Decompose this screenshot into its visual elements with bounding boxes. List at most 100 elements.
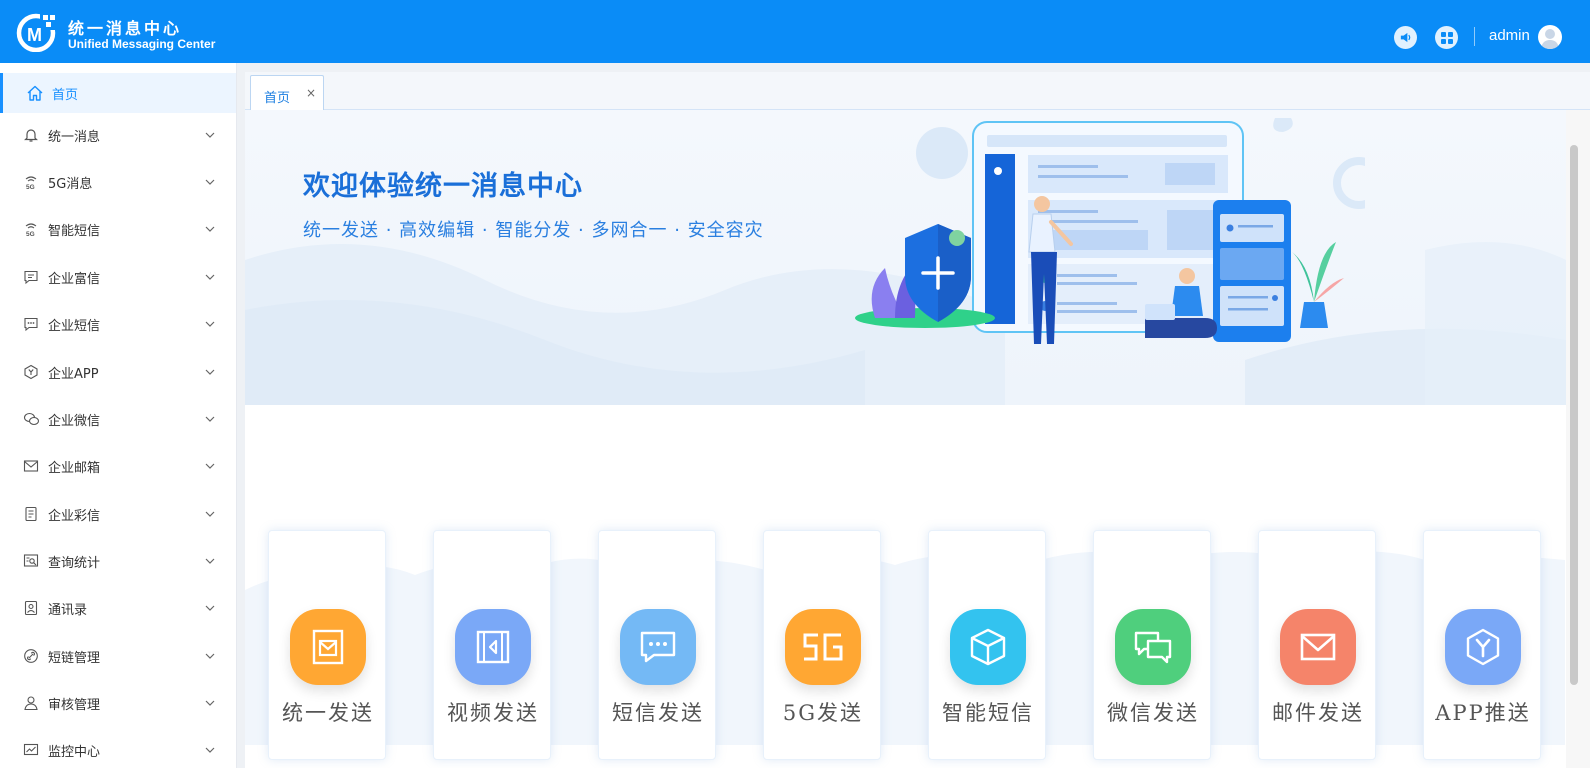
sidebar-item-smart-sms[interactable]: 5G 智能短信: [0, 209, 236, 249]
link-icon: [22, 647, 40, 665]
banner-title: 欢迎体验统一消息中心: [303, 171, 583, 202]
chevron-down-icon: [205, 605, 215, 611]
sidebar-item-contacts[interactable]: 通讯录: [0, 588, 236, 628]
sidebar-item-label: 企业富信: [48, 271, 101, 287]
chevron-down-icon: [205, 369, 215, 375]
sidebar-item-enterprise-sms[interactable]: 企业短信: [0, 304, 236, 344]
5g-text-icon: [785, 609, 861, 685]
tile-app-push[interactable]: APP推送: [1423, 530, 1541, 760]
home-icon: [26, 84, 44, 102]
svg-text:M: M: [27, 25, 42, 45]
tile-label: 视频发送: [447, 701, 539, 725]
sidebar-item-enterprise-app[interactable]: 企业APP: [0, 352, 236, 392]
welcome-banner: 欢迎体验统一消息中心 统一发送 · 高效编辑 · 智能分发 · 多网合一 · 安…: [245, 110, 1566, 405]
document-icon: [22, 505, 40, 523]
sidebar-item-label: 审核管理: [48, 697, 101, 713]
banner-illustration: [855, 118, 1365, 344]
chevron-down-icon: [205, 747, 215, 753]
envelope-card-icon: [290, 609, 366, 685]
sidebar-item-label: 企业APP: [48, 366, 99, 382]
tile-unified-send[interactable]: 统一发送: [268, 530, 386, 760]
sidebar-item-label: 监控中心: [48, 744, 101, 760]
header-divider: [1474, 27, 1475, 46]
chevron-down-icon: [205, 700, 215, 706]
sidebar-item-enterprise-mail[interactable]: 企业邮箱: [0, 446, 236, 486]
monitor-chart-icon: [22, 741, 40, 759]
top-header: M 统一消息中心 Unified Messaging Center admin: [0, 0, 1590, 63]
mail-icon: [1280, 609, 1356, 685]
tabs-bar: 首页 ×: [245, 72, 1590, 110]
sidebar-item-label: 5G消息: [48, 176, 93, 192]
tile-label: 智能短信: [942, 701, 1034, 725]
chat-bubble-icon: [620, 609, 696, 685]
chevron-down-icon: [205, 179, 215, 185]
sidebar-item-query-stats[interactable]: 查询统计: [0, 541, 236, 581]
sidebar-item-label: 智能短信: [48, 223, 101, 239]
wechat-icon: [22, 410, 40, 428]
hexagon-y-icon: [1445, 609, 1521, 685]
sidebar-item-short-links[interactable]: 短链管理: [0, 636, 236, 676]
double-chat-icon: [1115, 609, 1191, 685]
5g-signal-icon: 5G: [22, 220, 40, 238]
tile-sms-send[interactable]: 短信发送: [598, 530, 716, 760]
quick-actions: 统一发送 视频发送 短信发送 5G发送 智能短信 微信发送 邮件发送 APP推送: [245, 530, 1566, 768]
search-stats-icon: [22, 552, 40, 570]
video-play-icon: [455, 609, 531, 685]
user-avatar-icon[interactable]: [1538, 25, 1562, 49]
sidebar-item-5g-message[interactable]: 5G 5G消息: [0, 162, 236, 202]
sidebar-item-unified-message[interactable]: 统一消息: [0, 115, 236, 155]
tile-video-send[interactable]: 视频发送: [433, 530, 551, 760]
volume-icon[interactable]: [1394, 26, 1417, 49]
sidebar-item-enterprise-wechat[interactable]: 企业微信: [0, 399, 236, 439]
close-icon[interactable]: ×: [306, 86, 316, 100]
tile-smart-sms[interactable]: 智能短信: [928, 530, 1046, 760]
svg-text:5G: 5G: [26, 184, 35, 190]
tile-label: 微信发送: [1107, 701, 1199, 725]
tab-label: 首页: [264, 91, 291, 106]
chevron-down-icon: [205, 558, 215, 564]
contacts-icon: [22, 599, 40, 617]
sidebar-item-label: 短链管理: [48, 650, 101, 666]
sidebar-item-label: 企业邮箱: [48, 460, 101, 476]
main-content: 欢迎体验统一消息中心 统一发送 · 高效编辑 · 智能分发 · 多网合一 · 安…: [245, 110, 1566, 768]
tile-mail-send[interactable]: 邮件发送: [1258, 530, 1376, 760]
sidebar-item-rich-message[interactable]: 企业富信: [0, 257, 236, 297]
tab-home[interactable]: 首页 ×: [250, 75, 324, 110]
scrollbar-thumb[interactable]: [1570, 145, 1578, 685]
tile-label: 短信发送: [612, 701, 704, 725]
sidebar-item-label: 通讯录: [48, 602, 88, 618]
sidebar-item-home[interactable]: 首页: [0, 73, 236, 113]
sidebar-item-review[interactable]: 审核管理: [0, 683, 236, 723]
chevron-down-icon: [205, 463, 215, 469]
tile-label: 邮件发送: [1272, 701, 1364, 725]
sidebar-item-monitor[interactable]: 监控中心: [0, 730, 236, 768]
sidebar-item-label: 首页: [52, 87, 79, 103]
5g-signal-icon: 5G: [22, 173, 40, 191]
svg-text:5G: 5G: [26, 231, 35, 237]
apps-grid-icon[interactable]: [1435, 26, 1458, 49]
chevron-down-icon: [205, 132, 215, 138]
tile-label: 5G发送: [782, 701, 864, 725]
sidebar-item-enterprise-mms[interactable]: 企业彩信: [0, 494, 236, 534]
tile-wechat-send[interactable]: 微信发送: [1093, 530, 1211, 760]
chevron-down-icon: [205, 274, 215, 280]
chevron-down-icon: [205, 226, 215, 232]
tile-label: 统一发送: [282, 701, 374, 725]
sidebar-item-label: 统一消息: [48, 129, 101, 145]
logo-icon: M: [16, 12, 58, 52]
username[interactable]: admin: [1489, 27, 1530, 44]
sidebar-item-label: 企业短信: [48, 318, 101, 334]
message-square-icon: [22, 268, 40, 286]
bell-icon: [22, 126, 40, 144]
hexagon-y-icon: [22, 363, 40, 381]
sidebar-item-label: 企业彩信: [48, 508, 101, 524]
tile-5g-send[interactable]: 5G发送: [763, 530, 881, 760]
chevron-down-icon: [205, 321, 215, 327]
chat-dots-icon: [22, 315, 40, 333]
user-review-icon: [22, 694, 40, 712]
chevron-down-icon: [205, 653, 215, 659]
sidebar-item-label: 查询统计: [48, 555, 101, 571]
chevron-down-icon: [205, 511, 215, 517]
brand-title-en: Unified Messaging Center: [68, 37, 216, 51]
mail-icon: [22, 457, 40, 475]
